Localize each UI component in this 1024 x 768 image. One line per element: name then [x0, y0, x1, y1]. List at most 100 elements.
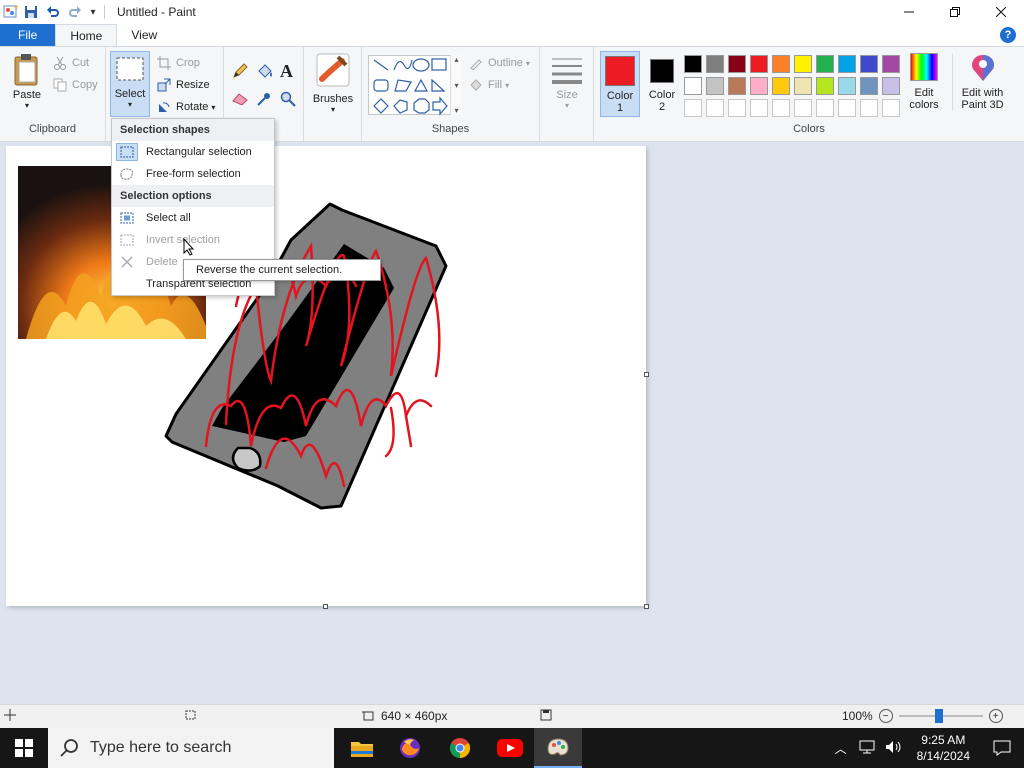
fill-bucket-icon[interactable]: [256, 63, 274, 82]
palette-swatch[interactable]: [684, 77, 702, 95]
drawing-canvas[interactable]: [6, 146, 646, 606]
palette-swatch[interactable]: [794, 55, 812, 73]
menu-item-free-form-selection[interactable]: Free-form selection: [112, 163, 274, 185]
resize-button[interactable]: Resize: [156, 75, 210, 95]
close-button[interactable]: [978, 0, 1024, 24]
palette-swatch[interactable]: [860, 77, 878, 95]
chrome-button[interactable]: [436, 728, 484, 768]
palette-swatch[interactable]: [772, 55, 790, 73]
copy-button[interactable]: Copy: [52, 75, 98, 95]
resize-label: Resize: [176, 79, 210, 91]
custom-color-slot[interactable]: [728, 99, 746, 117]
scissors-icon: [52, 55, 68, 71]
customize-quick-access-icon[interactable]: ▾: [86, 1, 100, 23]
notifications-icon[interactable]: [980, 740, 1024, 756]
palette-swatch[interactable]: [882, 77, 900, 95]
palette-swatch[interactable]: [684, 55, 702, 73]
custom-color-slot[interactable]: [882, 99, 900, 117]
custom-color-slot[interactable]: [838, 99, 856, 117]
palette-swatch[interactable]: [706, 77, 724, 95]
palette-swatch[interactable]: [794, 77, 812, 95]
color2-button[interactable]: Color 2: [644, 53, 680, 119]
volume-icon[interactable]: [885, 740, 903, 757]
size-button[interactable]: Size ▾: [548, 55, 586, 110]
color1-label-line2: 1: [616, 102, 624, 114]
cut-button[interactable]: Cut: [52, 53, 89, 73]
selection-size-icon: [184, 709, 197, 721]
help-icon[interactable]: ?: [1000, 27, 1016, 43]
paint-app-icon[interactable]: [2, 3, 20, 21]
palette-swatch[interactable]: [750, 77, 768, 95]
tab-view[interactable]: View: [117, 24, 171, 46]
magnifier-icon[interactable]: [280, 91, 296, 110]
menu-header-selection-shapes: Selection shapes: [112, 119, 274, 141]
maximize-button[interactable]: [932, 0, 978, 24]
edit-colors-button[interactable]: Edit colors: [902, 53, 946, 111]
palette-swatch[interactable]: [816, 77, 834, 95]
fill-button[interactable]: Fill ▾: [468, 75, 509, 95]
crop-button[interactable]: Crop: [156, 53, 200, 73]
menu-item-select-all[interactable]: Select all: [112, 207, 274, 229]
palette-swatch[interactable]: [860, 55, 878, 73]
canvas-resize-handle-right[interactable]: [644, 372, 649, 377]
palette-swatch[interactable]: [706, 55, 724, 73]
select-button[interactable]: Select ▾: [110, 51, 150, 117]
taskbar-search[interactable]: Type here to search: [48, 728, 334, 768]
firefox-button[interactable]: [386, 728, 434, 768]
zoom-slider-thumb[interactable]: [934, 709, 943, 723]
custom-color-slot[interactable]: [794, 99, 812, 117]
palette-swatch[interactable]: [838, 55, 856, 73]
palette-swatch[interactable]: [838, 77, 856, 95]
start-button[interactable]: [0, 728, 48, 768]
canvas-resize-handle-corner[interactable]: [644, 604, 649, 609]
paste-button[interactable]: Paste ▾: [8, 53, 46, 110]
shape-gallery[interactable]: [368, 55, 462, 116]
palette-swatch[interactable]: [750, 55, 768, 73]
text-icon[interactable]: A: [280, 61, 293, 82]
rotate-icon: [156, 99, 172, 115]
paint-taskbar-button[interactable]: [534, 728, 582, 768]
tab-home[interactable]: Home: [55, 24, 118, 46]
eraser-icon[interactable]: [232, 91, 248, 108]
clock[interactable]: 9:25 AM 8/14/2024: [917, 732, 970, 764]
zoom-out-button[interactable]: −: [878, 709, 893, 723]
network-icon[interactable]: [859, 740, 875, 757]
color2-label-line2: 2: [658, 101, 666, 113]
edit-paint3d-button[interactable]: Edit with Paint 3D: [952, 53, 1012, 111]
palette-swatch[interactable]: [772, 77, 790, 95]
canvas-resize-handle-bottom[interactable]: [323, 604, 328, 609]
palette-swatch[interactable]: [882, 55, 900, 73]
show-hidden-icons-icon[interactable]: ︿: [835, 740, 847, 757]
crop-icon: [156, 55, 172, 71]
paste-dropdown-icon: ▾: [24, 101, 29, 110]
custom-color-slot[interactable]: [750, 99, 768, 117]
paste-icon: [14, 54, 38, 86]
menu-item-rectangular-selection[interactable]: Rectangular selection: [112, 141, 274, 163]
redo-icon[interactable]: [64, 1, 86, 23]
undo-icon[interactable]: [42, 1, 64, 23]
rotate-button[interactable]: Rotate ▾: [156, 97, 215, 117]
minimize-button[interactable]: [886, 0, 932, 24]
crop-label: Crop: [176, 57, 200, 69]
pencil-icon[interactable]: [232, 63, 248, 82]
color-picker-icon[interactable]: [256, 91, 272, 110]
brushes-button[interactable]: Brushes ▾: [312, 53, 354, 114]
palette-swatch[interactable]: [816, 55, 834, 73]
color1-button[interactable]: Color 1: [600, 51, 640, 117]
youtube-button[interactable]: [486, 728, 534, 768]
custom-color-slot[interactable]: [706, 99, 724, 117]
palette-swatch[interactable]: [728, 77, 746, 95]
file-explorer-button[interactable]: [338, 728, 386, 768]
custom-color-slot[interactable]: [772, 99, 790, 117]
zoom-in-button[interactable]: +: [988, 709, 1003, 723]
palette-swatch[interactable]: [728, 55, 746, 73]
shape-gallery-scroll[interactable]: ▴ ▾ ▾: [450, 55, 462, 115]
zoom-slider[interactable]: [898, 709, 983, 723]
search-icon: [60, 739, 78, 757]
outline-button[interactable]: Outline ▾: [468, 53, 530, 73]
custom-color-slot[interactable]: [860, 99, 878, 117]
custom-color-slot[interactable]: [684, 99, 702, 117]
save-icon[interactable]: [20, 1, 42, 23]
custom-color-slot[interactable]: [816, 99, 834, 117]
tab-file[interactable]: File: [0, 24, 56, 46]
